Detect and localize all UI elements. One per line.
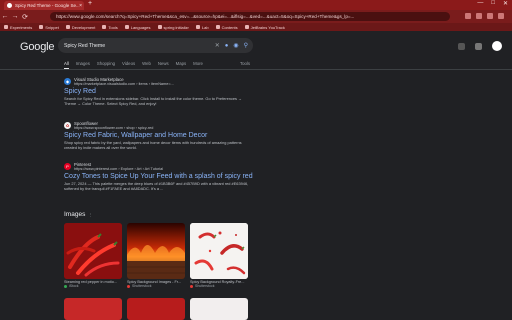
minimize-button[interactable]: — xyxy=(477,0,483,7)
image-thumbnail[interactable] xyxy=(64,298,122,320)
tab-news[interactable]: News xyxy=(158,61,169,69)
search-tabs: All Images Shopping Videos Web News Maps… xyxy=(64,61,203,69)
result-url[interactable]: https://www.spoonflower.com › shop › spi… xyxy=(74,126,153,130)
pinterest-favicon-icon: P xyxy=(64,163,71,170)
folder-icon xyxy=(65,25,70,29)
tab-close-icon[interactable]: × xyxy=(79,3,82,9)
tools-button[interactable]: Tools xyxy=(240,61,250,66)
browser-tab[interactable]: Spicy Red Theme - Google Se... × xyxy=(4,1,84,10)
extension-icon[interactable] xyxy=(487,13,493,19)
header-divider xyxy=(0,69,512,70)
reload-button[interactable]: ⟳ xyxy=(20,13,30,21)
search-query: Spicy Red Theme xyxy=(64,42,106,49)
folder-icon xyxy=(124,25,129,29)
menu-icon[interactable] xyxy=(498,13,504,19)
source-icon xyxy=(190,284,193,288)
avatar[interactable] xyxy=(492,41,502,51)
spoonflower-favicon-icon: ✿ xyxy=(64,122,71,129)
url-text: https://www.google.com/search?q=Spicy+Re… xyxy=(56,14,355,19)
result-snippet: Search for Spicy Red in extensions sideb… xyxy=(64,96,242,107)
tab-images[interactable]: Images xyxy=(76,61,90,69)
folder-icon xyxy=(195,25,200,29)
image-source: Shutterstock xyxy=(132,284,152,288)
bookmark-item[interactable]: Tools xyxy=(102,25,118,30)
back-button[interactable]: ← xyxy=(0,13,10,20)
folder-icon xyxy=(215,25,220,29)
tab-web[interactable]: Web xyxy=(142,61,151,69)
bookmark-item[interactable]: JetBrains YouTrack xyxy=(244,25,285,30)
source-icon xyxy=(64,284,67,288)
bookmark-item[interactable]: Lab xyxy=(195,25,209,30)
source-icon xyxy=(127,284,130,288)
bookmarks-bar: Experiments Snippet Development Tools La… xyxy=(0,23,512,31)
image-thumbnail[interactable] xyxy=(127,298,185,320)
more-options-icon[interactable]: ⋮ xyxy=(88,212,92,217)
folder-icon xyxy=(102,25,107,29)
bookmark-item[interactable]: spring initializr xyxy=(157,25,189,30)
maximize-button[interactable]: □ xyxy=(491,0,495,7)
extension-icon[interactable] xyxy=(465,13,471,19)
google-favicon-icon xyxy=(7,3,12,8)
close-window-button[interactable]: ✕ xyxy=(503,0,508,7)
labs-icon[interactable] xyxy=(458,42,465,50)
tab-strip: Spicy Red Theme - Google Se... × + — □ ✕ xyxy=(0,0,512,10)
bookmark-item[interactable]: Development xyxy=(65,25,95,30)
result-title[interactable]: Cozy Tones to Spice Up Your Feed with a … xyxy=(64,173,254,180)
extension-icon[interactable] xyxy=(476,13,482,19)
bookmark-item[interactable]: Contents xyxy=(215,25,238,30)
tab-maps[interactable]: Maps xyxy=(176,61,187,69)
image-source: iStock xyxy=(69,284,79,288)
result-url[interactable]: https://marketplace.visualstudio.com › i… xyxy=(74,82,174,86)
clear-icon[interactable]: ✕ xyxy=(215,42,220,49)
bookmark-item[interactable]: Snippet xyxy=(39,25,59,30)
image-result[interactable]: Spicy Background Royalty-Fre... Shutters… xyxy=(190,223,248,288)
mic-icon[interactable]: ● xyxy=(225,43,229,49)
search-input[interactable]: Spicy Red Theme ✕ ● ◉ ⚲ xyxy=(58,38,253,53)
toolbar: ← → ⟳ https://www.google.com/search?q=Sp… xyxy=(0,10,512,23)
image-source: Shutterstock xyxy=(195,284,215,288)
lens-icon[interactable]: ◉ xyxy=(233,42,238,49)
chili-image[interactable] xyxy=(64,223,122,279)
result-title[interactable]: Spicy Red xyxy=(64,88,254,95)
images-heading: Images ⋮ xyxy=(64,211,93,218)
new-tab-button[interactable]: + xyxy=(88,0,92,7)
tab-videos[interactable]: Videos xyxy=(122,61,135,69)
chili-white-background-image[interactable] xyxy=(190,223,248,279)
result-snippet: Jun 27, 2024 — This palette merges the d… xyxy=(64,181,249,192)
folder-icon xyxy=(4,25,8,29)
vscode-favicon-icon: ◆ xyxy=(64,78,71,85)
search-result: ◆ Visual Studio Marketplace https://mark… xyxy=(64,77,254,106)
tab-more[interactable]: More xyxy=(193,61,203,69)
bookmark-item[interactable]: Experiments xyxy=(4,25,32,30)
page-icon xyxy=(157,25,162,29)
result-title[interactable]: Spicy Red Fabric, Wallpaper and Home Dec… xyxy=(64,132,254,139)
fire-background-image[interactable] xyxy=(127,223,185,279)
apps-grid-icon[interactable] xyxy=(475,42,482,50)
search-result: ✿ Spoonflower https://www.spoonflower.co… xyxy=(64,121,254,150)
result-snippet: Shop spicy red fabric by the yard, wallp… xyxy=(64,140,242,151)
image-result[interactable]: Spicy Background Images - Fr... Shutters… xyxy=(127,223,185,288)
page-icon xyxy=(244,25,249,29)
image-result[interactable]: Steaming red pepper in motio... iStock xyxy=(64,223,122,288)
tab-title: Spicy Red Theme - Google Se... xyxy=(15,3,80,8)
image-thumbnail[interactable] xyxy=(190,298,248,320)
folder-icon xyxy=(39,25,44,29)
search-icon[interactable]: ⚲ xyxy=(244,42,248,49)
forward-button[interactable]: → xyxy=(10,13,20,20)
search-result: P Pinterest https://www.pinterest.com › … xyxy=(64,162,254,191)
result-url[interactable]: https://www.pinterest.com › Explore › Ar… xyxy=(74,167,163,171)
tab-shopping[interactable]: Shopping xyxy=(97,61,115,69)
bookmark-item[interactable]: Languages xyxy=(124,25,151,30)
address-bar[interactable]: https://www.google.com/search?q=Spicy+Re… xyxy=(50,12,450,21)
google-logo[interactable]: Google xyxy=(20,41,54,53)
tab-all[interactable]: All xyxy=(64,61,69,69)
